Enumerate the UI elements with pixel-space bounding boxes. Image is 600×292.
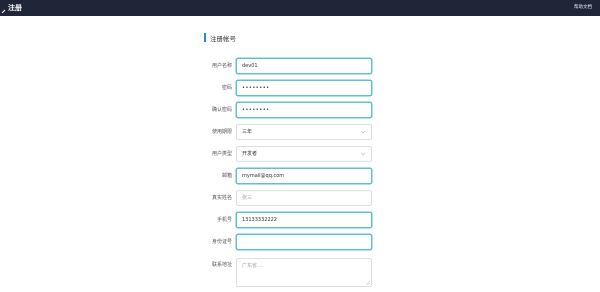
email-value: mymail@qq.com (242, 173, 285, 179)
form-row-user-type: 用户类型 开发者 (0, 146, 600, 162)
address-label: 联系地址 (211, 262, 232, 268)
form-row-validity: 使用期限 三年 (0, 124, 600, 140)
real-name-placeholder: 张三 (242, 195, 253, 201)
back-arrow-icon[interactable] (0, 4, 8, 14)
username-label: 用户名称 (211, 63, 232, 69)
form-row-real-name: 真实姓名 张三 (0, 190, 600, 206)
confirm-password-input[interactable]: •••••••• (236, 102, 372, 118)
username-value: dev01 (242, 63, 258, 69)
form-row-username: 用户名称 dev01 (0, 58, 600, 74)
app-title: 注册 (8, 4, 22, 12)
resize-handle-icon[interactable] (366, 281, 370, 285)
id-number-label: 身份证号 (211, 239, 232, 245)
phone-label: 手机号 (216, 217, 232, 223)
phone-value: 13133332222 (242, 217, 277, 223)
confirm-password-label: 确认密码 (211, 107, 232, 113)
password-label: 密码 (221, 85, 232, 91)
user-type-select[interactable]: 开发者 (236, 146, 372, 162)
validity-value: 三年 (242, 129, 253, 135)
validity-select[interactable]: 三年 (236, 124, 372, 140)
confirm-password-value: •••••••• (242, 107, 270, 113)
form-row-id-number: 身份证号 (0, 234, 600, 250)
user-type-label: 用户类型 (211, 151, 232, 157)
email-input[interactable]: mymail@qq.com (236, 168, 372, 184)
address-placeholder: 广东省.... (242, 263, 264, 269)
form-row-address: 联系地址 广东省.... (0, 258, 600, 287)
chevron-down-icon (360, 130, 366, 134)
address-textarea[interactable]: 广东省.... (236, 258, 372, 287)
brand: 注册 (0, 0, 22, 16)
validity-label: 使用期限 (211, 129, 232, 135)
username-input[interactable]: dev01 (236, 58, 372, 74)
form-row-phone: 手机号 13133332222 (0, 212, 600, 228)
top-bar: 注册 帮助文档 (0, 0, 600, 16)
phone-input[interactable]: 13133332222 (236, 212, 372, 228)
section-title: 注册帐号 (204, 33, 236, 43)
section-accent-bar (204, 33, 206, 42)
real-name-input[interactable]: 张三 (236, 190, 372, 206)
password-value: •••••••• (242, 85, 270, 91)
form-row-confirm-password: 确认密码 •••••••• (0, 102, 600, 118)
id-number-input[interactable] (236, 234, 372, 250)
help-link[interactable]: 帮助文档 (574, 0, 592, 16)
real-name-label: 真实姓名 (211, 195, 232, 201)
password-input[interactable]: •••••••• (236, 80, 372, 96)
form-row-email: 邮箱 mymail@qq.com (0, 168, 600, 184)
form-row-password: 密码 •••••••• (0, 80, 600, 96)
chevron-down-icon (360, 152, 366, 156)
user-type-value: 开发者 (242, 151, 258, 157)
email-label: 邮箱 (221, 173, 232, 179)
section-title-text: 注册帐号 (210, 34, 236, 43)
